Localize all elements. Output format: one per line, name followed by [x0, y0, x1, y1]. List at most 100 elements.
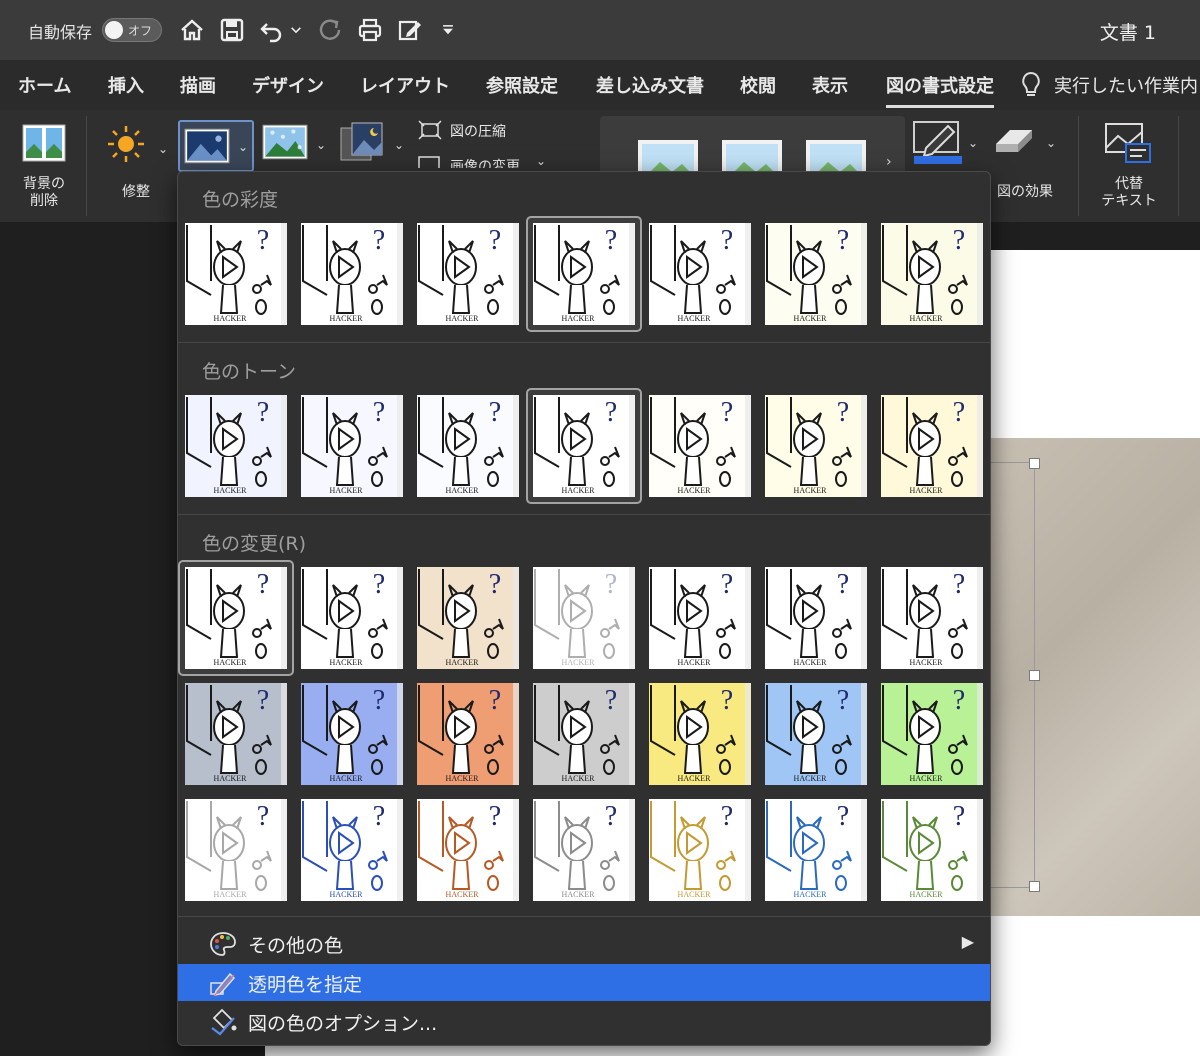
picture-color-icon	[184, 128, 230, 164]
change-picture-button[interactable]: 画像の変更 ⌄	[418, 154, 558, 168]
resize-handle[interactable]	[1029, 881, 1040, 892]
color-swatch-thumbnail[interactable]: ? HACKER	[881, 223, 983, 325]
tab-picture-format[interactable]: 図の書式設定	[886, 72, 994, 108]
svg-text:HACKER: HACKER	[910, 890, 944, 899]
home-icon[interactable]	[176, 14, 208, 46]
remove-background-button[interactable]: 背景の 削除	[14, 118, 74, 214]
svg-text:?: ?	[837, 801, 849, 832]
title-bar: 自動保存 オフ 文書 1	[0, 0, 1200, 60]
artistic-effects-button[interactable]: ⌄	[262, 122, 332, 172]
tab-view[interactable]: 表示	[812, 72, 848, 98]
save-icon[interactable]	[216, 14, 248, 46]
color-swatch-thumbnail[interactable]: ? HACKER	[649, 799, 751, 901]
submenu-arrow-icon: ▶	[961, 932, 974, 951]
tab-references[interactable]: 参照設定	[486, 72, 558, 98]
ribbon-separator	[1078, 116, 1079, 216]
color-swatch-thumbnail[interactable]: ? HACKER	[526, 388, 642, 504]
more-colors-item[interactable]: その他の色 ▶	[178, 925, 990, 962]
color-swatch-thumbnail[interactable]: ? HACKER	[417, 683, 519, 785]
svg-text:?: ?	[257, 397, 269, 428]
transparency-button[interactable]: ⌄	[340, 122, 410, 172]
svg-text:?: ?	[605, 801, 617, 832]
color-swatch-thumbnail[interactable]: ? HACKER	[765, 683, 867, 785]
picture-effects-button[interactable]: ⌄ 図の効果	[990, 120, 1070, 210]
svg-text:HACKER: HACKER	[214, 890, 248, 899]
color-swatch-thumbnail[interactable]: ? HACKER	[881, 683, 983, 785]
tab-mailings[interactable]: 差し込み文書	[596, 72, 704, 98]
color-swatch-thumbnail[interactable]: ? HACKER	[185, 683, 287, 785]
color-swatch-thumbnail[interactable]: ? HACKER	[765, 395, 867, 497]
svg-text:?: ?	[837, 569, 849, 600]
redo-icon[interactable]	[314, 14, 346, 46]
color-swatch-thumbnail[interactable]: ? HACKER	[185, 223, 287, 325]
color-swatch-thumbnail[interactable]: ? HACKER	[533, 567, 635, 669]
picture-color-options-item[interactable]: 図の色のオプション...	[178, 1003, 990, 1040]
svg-text:?: ?	[373, 569, 385, 600]
svg-text:?: ?	[373, 801, 385, 832]
gallery-next-icon[interactable]: ›	[886, 154, 892, 170]
resize-handle[interactable]	[1029, 458, 1040, 469]
autosave-toggle[interactable]: オフ	[102, 18, 162, 42]
tone-section-title: 色のトーン	[202, 361, 297, 383]
color-swatch-thumbnail[interactable]: ? HACKER	[765, 799, 867, 901]
color-swatch-thumbnail[interactable]: ? HACKER	[533, 799, 635, 901]
color-swatch-thumbnail[interactable]: ? HACKER	[649, 683, 751, 785]
compress-pictures-button[interactable]: 図の圧縮	[418, 120, 538, 144]
svg-text:HACKER: HACKER	[794, 774, 828, 783]
svg-text:HACKER: HACKER	[910, 314, 944, 323]
color-swatch-thumbnail[interactable]: ? HACKER	[881, 799, 983, 901]
color-swatch-thumbnail[interactable]: ? HACKER	[185, 799, 287, 901]
tab-draw[interactable]: 描画	[180, 72, 216, 98]
color-swatch-thumbnail[interactable]: ? HACKER	[881, 395, 983, 497]
toggle-knob	[105, 21, 123, 39]
tab-insert[interactable]: 挿入	[108, 72, 144, 98]
color-swatch-thumbnail[interactable]: ? HACKER	[765, 223, 867, 325]
color-swatch-thumbnail[interactable]: ? HACKER	[881, 567, 983, 669]
tab-home[interactable]: ホーム	[18, 72, 71, 98]
alt-text-button[interactable]: 代替 テキスト	[1094, 118, 1164, 214]
svg-text:HACKER: HACKER	[678, 314, 712, 323]
svg-text:?: ?	[489, 569, 501, 600]
color-swatch-thumbnail[interactable]: ? HACKER	[178, 560, 294, 676]
color-dropdown-menu: 色の彩度 色のトーン 色の変更(R) その他の色 ▶ 透明色を指定 図の色のオプ…	[177, 171, 991, 1046]
customize-icon[interactable]	[434, 14, 462, 46]
transparent-pen-icon	[210, 972, 236, 997]
color-swatch-thumbnail[interactable]: ? HACKER	[301, 223, 403, 325]
tab-review[interactable]: 校閲	[740, 72, 776, 98]
picture-border-button[interactable]: ⌄	[912, 120, 982, 176]
color-swatch-thumbnail[interactable]: ? HACKER	[649, 223, 751, 325]
undo-icon[interactable]	[256, 14, 288, 46]
color-swatch-thumbnail[interactable]: ? HACKER	[417, 223, 519, 325]
color-swatch-thumbnail[interactable]: ? HACKER	[301, 395, 403, 497]
color-swatch-thumbnail[interactable]: ? HACKER	[417, 799, 519, 901]
color-swatch-thumbnail[interactable]: ? HACKER	[301, 567, 403, 669]
color-swatch-thumbnail[interactable]: ? HACKER	[301, 799, 403, 901]
svg-text:HACKER: HACKER	[446, 890, 480, 899]
svg-text:?: ?	[373, 397, 385, 428]
svg-text:?: ?	[373, 225, 385, 256]
color-swatch-thumbnail[interactable]: ? HACKER	[417, 395, 519, 497]
set-transparent-color-item[interactable]: 透明色を指定	[178, 964, 990, 1001]
tell-me-box[interactable]: 実行したい作業内	[1054, 72, 1198, 98]
color-button[interactable]: ⌄	[178, 120, 254, 172]
tab-design[interactable]: デザイン	[252, 72, 324, 98]
color-swatch-thumbnail[interactable]: ? HACKER	[533, 683, 635, 785]
color-swatch-thumbnail[interactable]: ? HACKER	[185, 395, 287, 497]
color-swatch-thumbnail[interactable]: ? HACKER	[417, 567, 519, 669]
svg-text:?: ?	[489, 685, 501, 716]
edit-doc-icon[interactable]	[394, 14, 426, 46]
remove-bg-label-2: 削除	[30, 193, 58, 209]
corrections-label: 修整	[122, 184, 150, 200]
resize-handle[interactable]	[1029, 670, 1040, 681]
dropdown-chevron-icon[interactable]	[286, 14, 306, 46]
color-swatch-thumbnail[interactable]: ? HACKER	[765, 567, 867, 669]
print-icon[interactable]	[354, 14, 386, 46]
color-swatch-thumbnail[interactable]: ? HACKER	[301, 683, 403, 785]
color-swatch-thumbnail[interactable]: ? HACKER	[649, 395, 751, 497]
corrections-button[interactable]: ⌄ 修整	[100, 118, 174, 214]
svg-text:HACKER: HACKER	[910, 658, 944, 667]
color-swatch-thumbnail[interactable]: ? HACKER	[649, 567, 751, 669]
tab-layout[interactable]: レイアウト	[360, 72, 450, 98]
color-swatch-thumbnail[interactable]: ? HACKER	[526, 216, 642, 332]
document-title: 文書 1	[1099, 22, 1156, 44]
